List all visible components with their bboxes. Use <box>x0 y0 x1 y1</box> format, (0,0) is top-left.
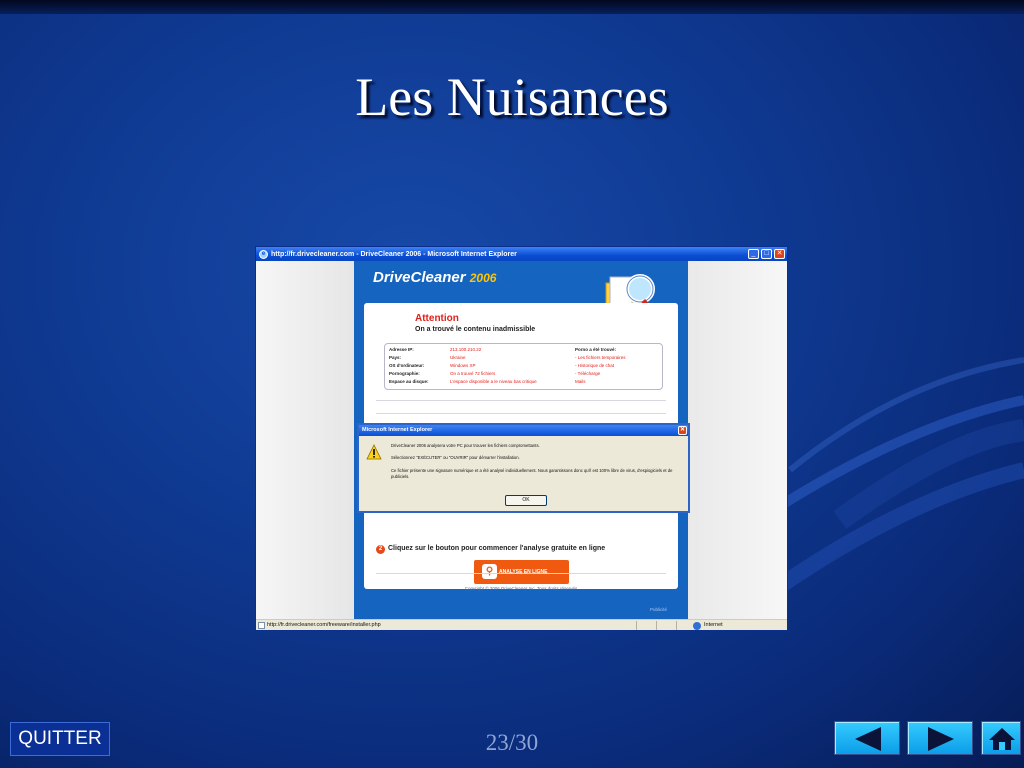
previous-slide-button[interactable] <box>834 721 900 755</box>
copyright-text: Copyright © 2006 DriveCleaner Inc. Tous … <box>464 586 578 591</box>
step-text: Cliquez sur le bouton pour commencer l'a… <box>388 545 606 552</box>
found-title: Porno a été trouvé: <box>575 347 617 352</box>
internet-globe-icon <box>693 622 701 630</box>
left-arrow-icon <box>855 727 881 751</box>
found-item: - Les fichiers temporaires <box>575 355 626 360</box>
dialog-titlebar: Microsoft Internet Explorer ✕ <box>359 425 688 436</box>
scan-magnifier-icon: ⚲ <box>482 564 497 579</box>
info-row-os: OS d'ordinateur: <box>389 363 425 368</box>
home-icon <box>989 728 1015 750</box>
info-row-ip: Adresse IP: <box>389 347 414 352</box>
status-divider <box>676 621 677 630</box>
info-row-country: Pays: <box>389 355 402 360</box>
info-row-porn: Pornographie: <box>389 371 420 376</box>
logo-brand: DriveCleaner <box>373 269 466 286</box>
slide-title: Les Nuisances <box>355 67 669 127</box>
dialog-message-line2: Sélectionnez "EXÉCUTER" ou "OUVRIR" pour… <box>391 455 520 460</box>
step-number-badge: 2 <box>376 545 385 554</box>
page-icon <box>258 622 265 629</box>
separator-line <box>376 400 666 401</box>
dialog-message-line1: DriveCleaner 2006 analysera votre PC pou… <box>391 443 540 448</box>
step-instruction: 2 Cliquez sur le bouton pour commencer l'… <box>376 545 605 554</box>
info-value-porn: On a trouvé 72 fichiers <box>450 371 496 376</box>
dialog-message-line3: Ce fichier présente une signature numéri… <box>391 468 673 479</box>
drivecleaner-logo: DriveCleaner 2006 <box>373 269 496 286</box>
attention-title: Attention <box>415 313 459 324</box>
top-dark-strip <box>0 0 1024 14</box>
page-background-left <box>256 261 354 619</box>
separator-line <box>376 573 666 574</box>
attention-subtitle: On a trouvé le contenu inadmissible <box>415 326 536 333</box>
browser-titlebar: e http://fr.drivecleaner.com - DriveClea… <box>256 247 787 261</box>
browser-window-title: http://fr.drivecleaner.com - DriveCleane… <box>271 250 517 258</box>
dialog-ok-button[interactable]: OK <box>505 495 547 506</box>
next-slide-button[interactable] <box>907 721 973 755</box>
online-scan-button[interactable]: ⚲ ANALYSE EN LIGNE <box>474 560 569 584</box>
maximize-button[interactable]: □ <box>761 249 772 259</box>
status-zone: Internet <box>704 622 723 628</box>
home-button[interactable] <box>981 721 1021 755</box>
right-arrow-icon <box>928 727 954 751</box>
info-value-country: Ukraine <box>450 355 466 360</box>
ie-alert-dialog: Microsoft Internet Explorer ✕ DriveClean… <box>357 423 690 513</box>
status-divider <box>636 621 637 630</box>
browser-content: DriveCleaner 2006 Attention On a trouvé … <box>256 261 787 619</box>
info-row-disk: Espace au disque: <box>389 379 429 384</box>
browser-window-screenshot: e http://fr.drivecleaner.com - DriveClea… <box>255 246 788 631</box>
found-item: - Historique de chat <box>575 363 615 368</box>
page-background-right <box>687 261 787 619</box>
found-item: Mails <box>575 379 586 384</box>
dialog-title: Microsoft Internet Explorer <box>362 427 433 433</box>
browser-statusbar: http://fr.drivecleaner.com/freeware/inst… <box>256 619 787 630</box>
status-url: http://fr.drivecleaner.com/freeware/inst… <box>267 622 381 628</box>
info-value-os: Windows XP <box>450 363 476 368</box>
system-info-box: Adresse IP: 213.100.210.22 Pays: Ukraine… <box>384 343 663 390</box>
logo-year: 2006 <box>469 271 497 285</box>
found-item: - Télécharge <box>575 371 601 376</box>
close-button[interactable]: ✕ <box>774 249 785 259</box>
internet-explorer-icon: e <box>259 249 268 259</box>
status-divider <box>656 621 657 630</box>
separator-line <box>376 413 666 414</box>
info-value-disk: L'espace disponible a le niveau bas crit… <box>450 379 537 384</box>
publicite-label: Publicité <box>650 607 668 612</box>
dialog-close-button[interactable]: ✕ <box>678 426 687 435</box>
info-value-ip: 213.100.210.22 <box>450 347 482 352</box>
minimize-button[interactable]: _ <box>748 249 759 259</box>
warning-icon <box>366 444 382 460</box>
online-scan-label: ANALYSE EN LIGNE <box>499 569 548 575</box>
